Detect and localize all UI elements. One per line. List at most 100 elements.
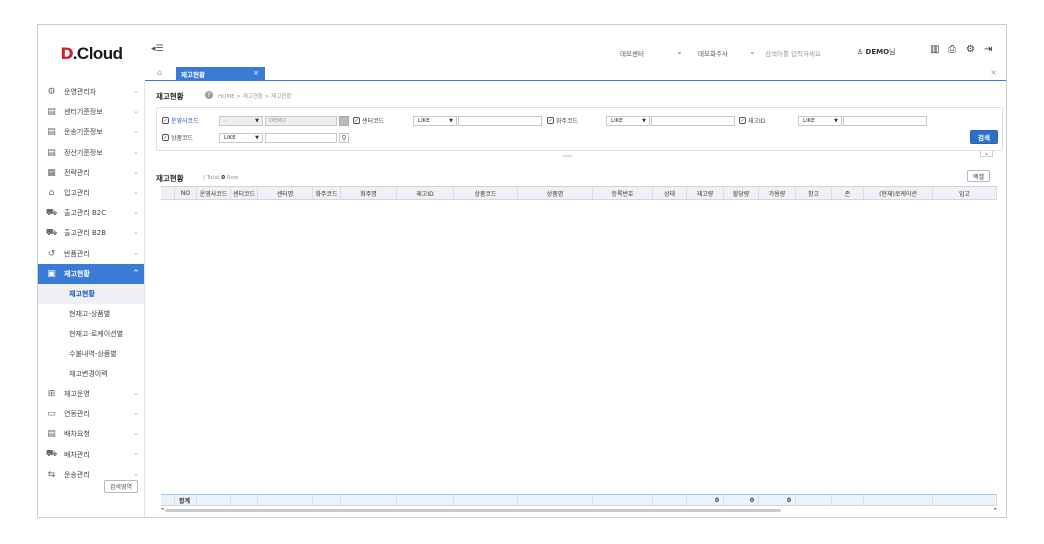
center-code-operator-value: LIKE [418,118,430,124]
tab-stock-status[interactable]: 재고현황 × [176,67,265,80]
grid-column-header[interactable]: 상품코드 [454,187,518,199]
sidebar-subitem[interactable]: 수불내역-상품별 [38,344,144,364]
collapse-panel-button[interactable]: ▴ [980,151,993,157]
logo-mark: D [60,44,73,63]
brand-logo[interactable]: D .Cloud [38,25,145,82]
center-code-input[interactable] [458,116,542,126]
owner-select-chevron-icon[interactable]: ⌄ [749,47,756,56]
grid-column-header[interactable]: 화주명 [341,187,397,199]
grid-summary-cell: 0 [687,495,724,505]
sidebar-item[interactable]: ⛟ 출고관리 B2B ⌄ [38,223,144,243]
client-code-operator-select[interactable]: LIKE ▼ [606,116,650,126]
search-icon[interactable]: ⚲ [339,133,349,143]
page-title: 재고현황 [156,92,184,101]
gear-icon[interactable]: ⚙ [966,44,975,55]
sidebar-item[interactable]: ▭ 연동관리 ⌄ [38,404,144,424]
return-icon: ↺ [47,248,56,259]
sidebar-item[interactable]: ▤ 배차요청 ⌄ [38,424,144,444]
sidebar-subitem[interactable]: 재고현황 [38,283,144,304]
sidebar-item[interactable]: ↺ 반품관리 ⌄ [38,244,144,264]
product-code-checkbox[interactable]: ✓ [162,134,169,141]
sidebar-item[interactable]: ▤ 운송기준정보 ⌄ [38,122,144,142]
panel-resize-handle[interactable]: ═══ [563,154,572,160]
tab-close-icon[interactable]: × [253,69,259,77]
sidebar-item-label: 재고운영 [64,389,90,398]
logout-icon[interactable]: ⇥ [984,44,992,55]
menu-toggle-icon[interactable]: ◂☰ [151,44,164,54]
sidebar-item[interactable]: ▦ 전략관리 ⌄ [38,163,144,183]
scroll-right-icon[interactable]: ▸ [994,506,997,512]
excel-export-button[interactable]: 엑셀 [966,170,990,182]
owner-select[interactable]: 데모화주사 [698,48,728,58]
stock-id-input[interactable] [843,116,927,126]
client-code-checkbox[interactable]: ✓ [547,117,554,124]
grid-column-header[interactable]: 가용량 [759,187,796,199]
app-window: D .Cloud ◂☰ 데모센터 ⌄ 데모화주사 ⌄ 검색어를 입력하세요 ♙ D… [37,24,1007,518]
grid-column-header[interactable]: 재고ID [397,187,454,199]
sidebar-item[interactable]: ▤ 센터기준정보 ⌄ [38,102,144,122]
sidebar-item[interactable]: ▣ 재고현황 ^ [38,263,144,284]
grid-column-header[interactable]: (현재)로케이션 [864,187,933,199]
close-all-tabs-icon[interactable]: × [990,68,997,77]
search-area-button[interactable]: 검색영역 [103,480,138,493]
sidebar-item[interactable]: ⛟ 배차관리 ⌄ [38,444,144,464]
grid-summary-cell [161,495,175,505]
chevron-down-icon: ⌄ [133,87,139,95]
sidebar-item[interactable]: ⊞ 재고운영 ⌄ [38,384,144,404]
sidebar-item[interactable]: ⚙ 운영관리자 ⌄ [38,82,144,102]
product-code-input[interactable] [265,133,337,143]
product-code-operator-select[interactable]: LIKE ▼ [219,133,263,143]
grid-column-header[interactable]: 창고 [796,187,832,199]
stock-id-operator-select[interactable]: LIKE ▼ [798,116,842,126]
grid-column-header[interactable]: 할당량 [724,187,759,199]
grid-column-header[interactable]: 상태 [653,187,687,199]
search-button[interactable]: 검색 [970,130,998,144]
center-code-label: 센터코드 [362,118,385,125]
stock-id-label: 재고ID [748,118,766,125]
home-icon[interactable]: ⌂ [157,68,162,77]
filter-center-code: ✓ 센터코드 [353,116,384,125]
sidebar-item[interactable]: ⌂ 입고관리 ⌄ [38,183,144,203]
grid-column-header[interactable]: 존 [832,187,864,199]
printer-icon[interactable]: ⎙ [948,44,956,55]
global-search-input[interactable]: 검색어를 입력하세요 [765,48,821,58]
scroll-thumb[interactable] [165,509,781,512]
book-icon[interactable]: ▥ [930,44,939,55]
grid-column-header[interactable]: 재고량 [687,187,724,199]
grid-column-header[interactable]: 센터명 [258,187,313,199]
main-content: 재고현황 ? HOME > 재고현황 > 재고현황 ✓ 운영사코드 - ▼ DEM… [145,82,1006,517]
owner-company-checkbox[interactable]: ✓ [162,117,169,124]
total-label: Total [206,175,220,181]
center-select-chevron-icon[interactable]: ⌄ [676,47,683,56]
grid-column-header[interactable]: 화주코드 [313,187,341,199]
user-gear-icon: ⚙ [47,87,56,98]
grid-select-all-cell[interactable] [161,187,175,199]
sidebar-item-label: 운영관리자 [64,88,97,97]
scroll-left-icon[interactable]: ◂ [161,506,164,512]
grid-column-header[interactable]: 운영사코드 [197,187,231,199]
center-code-checkbox[interactable]: ✓ [353,117,360,124]
horizontal-scrollbar[interactable]: ◂ ▸ [161,506,997,512]
sidebar-subitem[interactable]: 현재고-로케이션별 [38,324,144,344]
sidebar-subitem[interactable]: 현재고-상품별 [38,304,144,324]
truck-icon: ⛟ [45,449,58,460]
top-bar: ◂☰ 데모센터 ⌄ 데모화주사 ⌄ 검색어를 입력하세요 ♙ DEMO님 ▥ ⎙… [145,25,1006,80]
sidebar-item[interactable]: ▤ 정산기준정보 ⌄ [38,143,144,163]
user-menu[interactable]: ♙ DEMO님 [857,47,895,57]
client-code-input[interactable] [651,116,735,126]
sidebar-subitem[interactable]: 재고변경이력 [38,364,144,384]
center-select[interactable]: 데모센터 [620,48,644,58]
grid-column-header[interactable]: NO [175,187,197,199]
grid-column-header[interactable]: 상품명 [518,187,593,199]
data-grid: NO 운영사코드 센터코드 센터명 화주코드 화주명 재고ID 상품코드 상품명 등록번호 상태 재고… [161,186,997,512]
stock-id-checkbox[interactable]: ✓ [739,117,746,124]
grid-column-header[interactable]: 등록번호 [593,187,653,199]
center-code-operator-select[interactable]: LIKE ▼ [413,116,457,126]
chevron-up-icon: ^ [133,268,139,277]
grid-column-header[interactable]: 입고 [933,187,997,199]
help-icon[interactable]: ? [205,91,213,99]
grid-column-header[interactable]: 센터코드 [231,187,258,199]
truck-icon: ⛟ [45,207,58,218]
sidebar-item[interactable]: ⛟ 출고관리 B2C ⌄ [38,203,144,223]
grid-summary-row: 합계 0 0 0 [161,494,997,506]
